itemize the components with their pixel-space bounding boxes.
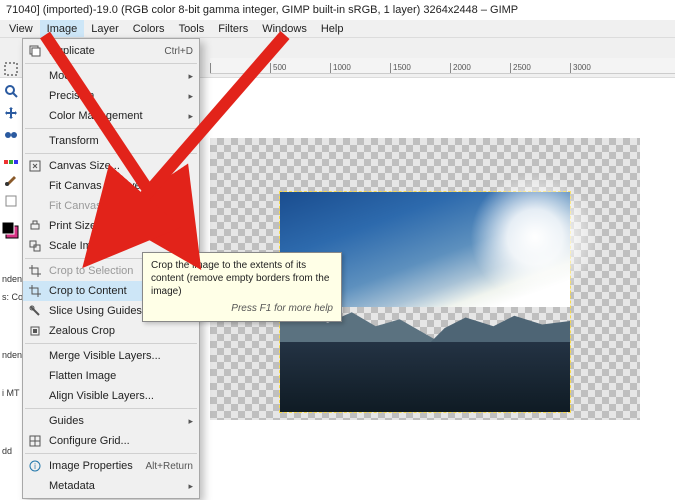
toolbox: [0, 58, 22, 242]
menu-item-align-visible-layers[interactable]: Align Visible Layers...: [23, 386, 199, 406]
info-icon: i: [27, 458, 43, 474]
blank-icon: [27, 388, 43, 404]
menu-item-flatten-image[interactable]: Flatten Image: [23, 366, 199, 386]
menu-item-label: Flatten Image: [49, 370, 193, 382]
menu-item-accelerator: Alt+Return: [145, 461, 193, 472]
menu-item-label: Guides: [49, 415, 188, 427]
ruler-mark: 1500: [390, 63, 450, 73]
menu-item-label: Metadata: [49, 480, 188, 492]
grid-icon: [27, 433, 43, 449]
menu-item-metadata[interactable]: Metadata▸: [23, 476, 199, 496]
crop-icon: [27, 283, 43, 299]
tool-misc-icon[interactable]: [2, 192, 20, 210]
svg-text:i: i: [34, 462, 36, 471]
menu-item-merge-visible-layers[interactable]: Merge Visible Layers...: [23, 346, 199, 366]
submenu-arrow-icon: ▸: [188, 416, 193, 427]
ruler-mark: 3000: [570, 63, 630, 73]
zealous-icon: [27, 323, 43, 339]
fg-bg-color-icon[interactable]: [2, 222, 20, 240]
menu-item-guides[interactable]: Guides▸: [23, 411, 199, 431]
menu-item-label: Align Visible Layers...: [49, 390, 193, 402]
menu-item-configure-grid[interactable]: Configure Grid...: [23, 431, 199, 451]
blank-icon: [27, 413, 43, 429]
annotation-arrow-icon: [90, 30, 290, 263]
tooltip-help: Press F1 for more help: [151, 302, 333, 315]
tool-zoom-icon[interactable]: [2, 82, 20, 100]
tool-paintbrush-icon[interactable]: [2, 170, 20, 188]
ruler-mark: 1000: [330, 63, 390, 73]
menu-item-image-properties[interactable]: i Image PropertiesAlt+Return: [23, 456, 199, 476]
submenu-arrow-icon: ▸: [188, 481, 193, 492]
menu-item-zealous-crop[interactable]: Zealous Crop: [23, 321, 199, 341]
tooltip-body: Crop the image to the extents of its con…: [151, 259, 333, 298]
tool-heal-icon[interactable]: [2, 126, 20, 144]
menubar-view[interactable]: View: [2, 20, 40, 37]
blank-icon: [27, 478, 43, 494]
tool-color-picker-icon[interactable]: [2, 148, 20, 166]
menu-item-label: Merge Visible Layers...: [49, 350, 193, 362]
tool-move-icon[interactable]: [2, 104, 20, 122]
window-title: 71040] (imported)-19.0 (RGB color 8-bit …: [0, 0, 675, 20]
menu-item-label: Image Properties: [49, 460, 145, 472]
slice-icon: [27, 303, 43, 319]
blank-icon: [27, 348, 43, 364]
menu-item-label: Zealous Crop: [49, 325, 193, 337]
ruler-mark: 2500: [510, 63, 570, 73]
tool-rect-select-icon[interactable]: [2, 60, 20, 78]
ruler-mark: 2000: [450, 63, 510, 73]
menubar-help[interactable]: Help: [314, 20, 351, 37]
menu-item-label: Configure Grid...: [49, 435, 193, 447]
blank-icon: [27, 368, 43, 384]
crop-icon: [27, 263, 43, 279]
